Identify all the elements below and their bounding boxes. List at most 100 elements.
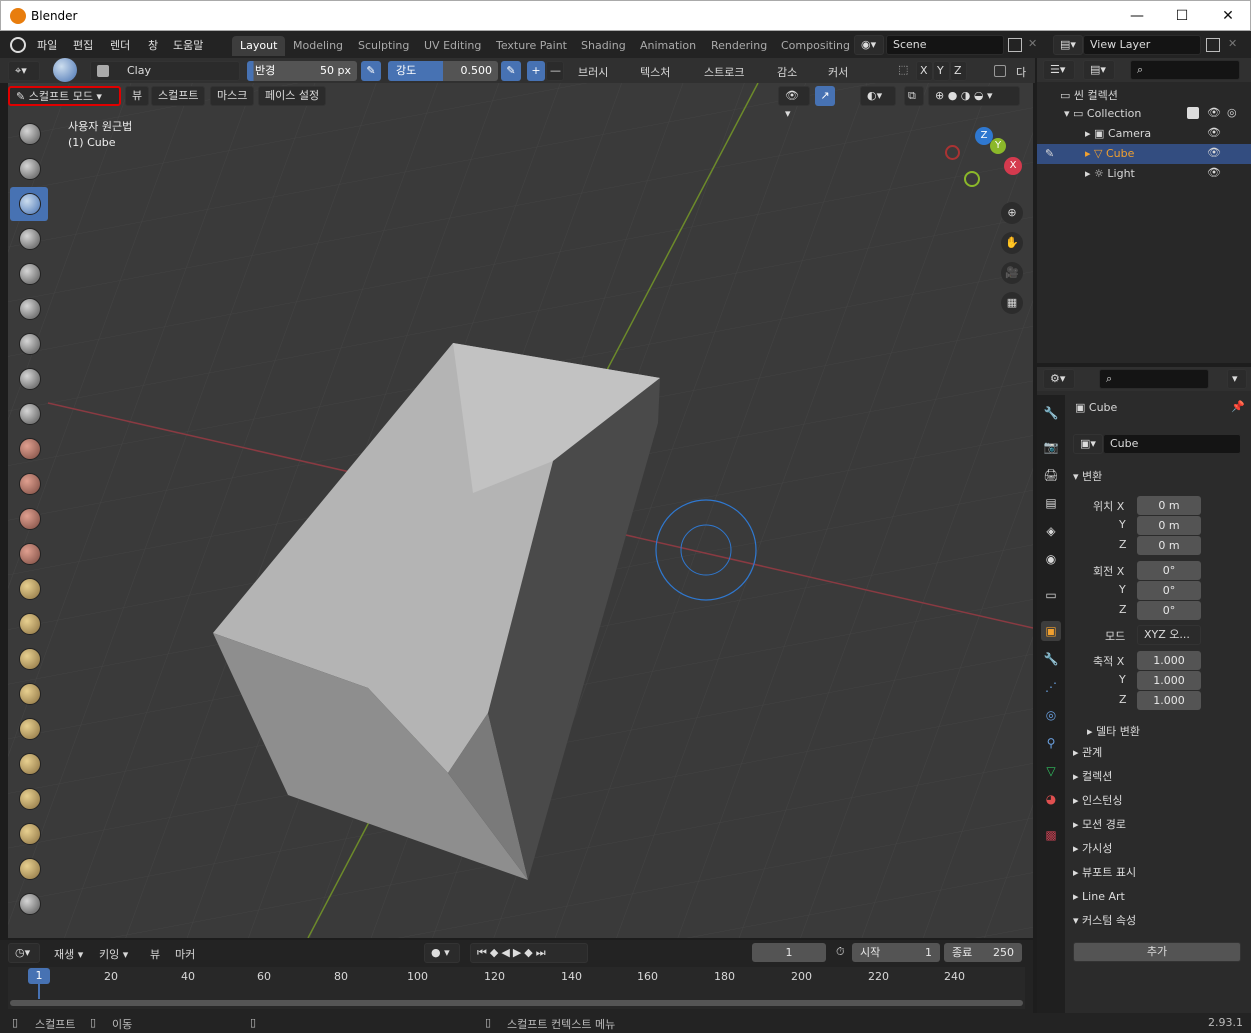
3d-viewport[interactable]: ✎ 스컬프트 모드 ▾ 뷰 스컬프트 마스크 페이스 설정 👁▾ ↗ ◐▾ ⧉ … [8, 83, 1033, 938]
pin-icon[interactable]: 📌 [1231, 400, 1245, 413]
gizmo-toggle-icon[interactable]: ↗ [815, 86, 835, 106]
option-checkbox[interactable] [994, 65, 1006, 77]
view-layer-tab-icon[interactable]: ▤ [1041, 493, 1061, 513]
delete-scene-icon[interactable]: ✕ [1028, 37, 1037, 50]
collection-checkbox[interactable] [1187, 107, 1199, 119]
output-tab-icon[interactable]: 🖨 [1041, 465, 1061, 485]
tool-draw-icon[interactable] [10, 117, 48, 151]
outliner-item-light[interactable]: ▸ ☼ Light [1085, 167, 1135, 180]
scene-name-field[interactable]: Scene [886, 35, 1004, 55]
tab-layout[interactable]: Layout [232, 36, 286, 56]
tab-modeling[interactable]: Modeling [285, 36, 351, 56]
custom-properties-section[interactable]: ▾ 커스텀 속성 [1073, 910, 1251, 932]
cursor-menu[interactable]: 커서 [828, 64, 848, 80]
rotation-z-field[interactable]: 0° [1137, 601, 1201, 620]
tool-scrape-icon[interactable] [10, 537, 48, 571]
scale-x-field[interactable]: 1.000 [1137, 651, 1201, 670]
menu-file[interactable]: 파일 [37, 37, 57, 53]
motion-paths-section[interactable]: ▸ 모션 경로 [1073, 814, 1251, 836]
collection-tab-icon[interactable]: ▭ [1041, 585, 1061, 605]
material-tab-icon[interactable]: ◕ [1041, 789, 1061, 809]
mode-selector[interactable]: ✎ 스컬프트 모드 ▾ [8, 86, 121, 106]
marker-menu[interactable]: 마커 [175, 946, 195, 962]
properties-search-input[interactable]: ⌕ [1099, 369, 1209, 389]
tab-sculpting[interactable]: Sculpting [350, 36, 417, 56]
tool-snake-hook-icon[interactable] [10, 712, 48, 746]
view-layer-browse-icon[interactable]: ▤▾ [1053, 35, 1083, 55]
tool-tab-icon[interactable]: 🔧 [1041, 403, 1061, 423]
constraints-tab-icon[interactable]: ⚲ [1041, 733, 1061, 753]
zoom-icon[interactable]: ⊕ [1001, 202, 1023, 224]
visibility-icon[interactable]: 👁▾ [778, 86, 810, 120]
tool-blob-icon[interactable] [10, 362, 48, 396]
tab-rendering[interactable]: Rendering [703, 36, 775, 56]
viewport-display-section[interactable]: ▸ 뷰포트 표시 [1073, 862, 1251, 884]
cube-eye-icon[interactable]: 👁 [1207, 146, 1221, 159]
tool-draw-sharp-icon[interactable] [10, 152, 48, 186]
visibility-section[interactable]: ▸ 가시성 [1073, 838, 1251, 860]
falloff-menu[interactable]: 감소 [777, 64, 797, 80]
tab-animation[interactable]: Animation [632, 36, 704, 56]
strength-pressure-icon[interactable]: ✎ [501, 61, 521, 81]
texture-menu[interactable]: 텍스처 [640, 64, 670, 80]
rotation-y-field[interactable]: 0° [1137, 581, 1201, 600]
collection-camera-icon[interactable]: ◎ [1227, 106, 1237, 119]
menu-window[interactable]: 창 [148, 37, 158, 53]
relations-section[interactable]: ▸ 관계 [1073, 742, 1251, 764]
scene-tab-icon[interactable]: ◈ [1041, 521, 1061, 541]
view-layer-field[interactable]: View Layer [1083, 35, 1201, 55]
tool-pose-icon[interactable] [10, 782, 48, 816]
tool-rotate-icon[interactable] [10, 852, 48, 886]
tool-nudge-icon[interactable] [10, 817, 48, 851]
start-frame-field[interactable]: 시작 1 [852, 943, 940, 962]
pan-hand-icon[interactable]: ✋ [1001, 232, 1023, 254]
face-sets-menu[interactable]: 페이스 설정 [258, 86, 327, 106]
tool-clay-strips-icon[interactable] [10, 222, 48, 256]
strength-slider[interactable]: 강도 0.500 [388, 61, 498, 81]
editor-type-icon[interactable]: ⌖▾ [8, 61, 40, 81]
modifier-tab-icon[interactable]: 🔧 [1041, 649, 1061, 669]
outliner-item-camera[interactable]: ▸ ▣ Camera [1085, 127, 1151, 140]
scale-z-field[interactable]: 1.000 [1137, 691, 1201, 710]
mirror-y-toggle[interactable]: Y [933, 61, 950, 81]
brush-menu[interactable]: 브러시 [578, 64, 608, 80]
close-button[interactable]: ✕ [1205, 5, 1251, 27]
mirror-x-toggle[interactable]: X [916, 61, 933, 81]
render-tab-icon[interactable]: 📷 [1041, 437, 1061, 457]
tool-pinch-icon[interactable] [10, 607, 48, 641]
camera-eye-icon[interactable]: 👁 [1207, 126, 1221, 139]
delete-view-layer-icon[interactable]: ✕ [1228, 37, 1237, 50]
tool-layer-icon[interactable] [10, 292, 48, 326]
blender-menu-icon[interactable] [10, 37, 26, 53]
xray-icon[interactable]: ⧉ [904, 86, 924, 106]
tab-texture-paint[interactable]: Texture Paint [488, 36, 575, 56]
add-property-button[interactable]: 추가 [1073, 942, 1241, 962]
collections-section[interactable]: ▸ 컬렉션 [1073, 766, 1251, 788]
new-view-layer-icon[interactable] [1206, 38, 1220, 52]
location-y-field[interactable]: 0 m [1137, 516, 1201, 535]
tool-grab-icon[interactable] [10, 642, 48, 676]
timeline-scrollbar[interactable] [10, 1000, 1023, 1006]
symmetry-icon[interactable]: ⬚ [898, 63, 908, 76]
preview-range-icon[interactable]: ⏱ [836, 945, 845, 959]
gizmo-y-axis[interactable]: Y [990, 138, 1006, 154]
line-art-section[interactable]: ▸ Line Art [1073, 886, 1251, 908]
new-scene-icon[interactable] [1008, 38, 1022, 52]
physics-tab-icon[interactable]: ◎ [1041, 705, 1061, 725]
keying-menu[interactable]: 키잉 ▾ [99, 946, 128, 962]
sculpt-menu[interactable]: 스컬프트 [151, 86, 206, 106]
timeline-editor-icon[interactable]: ◷▾ [8, 943, 40, 963]
tool-mask-icon[interactable] [10, 887, 48, 921]
shading-mode-icons[interactable]: ⊕ ● ◑ ◒ ▾ [928, 86, 1020, 106]
scene-collection-row[interactable]: ▭ 씬 컬렉션 [1060, 87, 1118, 103]
transform-panel-header[interactable]: ▾ 변환 [1073, 468, 1102, 484]
playhead[interactable]: 1 [28, 968, 50, 984]
maximize-button[interactable]: ☐ [1159, 5, 1205, 27]
tool-clay-thumb-icon[interactable] [10, 257, 48, 291]
tool-fill-icon[interactable] [10, 502, 48, 536]
location-z-field[interactable]: 0 m [1137, 536, 1201, 555]
view-menu[interactable]: 뷰 [125, 86, 150, 106]
data-tab-icon[interactable]: ▽ [1041, 761, 1061, 781]
rotation-x-field[interactable]: 0° [1137, 561, 1201, 580]
tab-shading[interactable]: Shading [573, 36, 634, 56]
